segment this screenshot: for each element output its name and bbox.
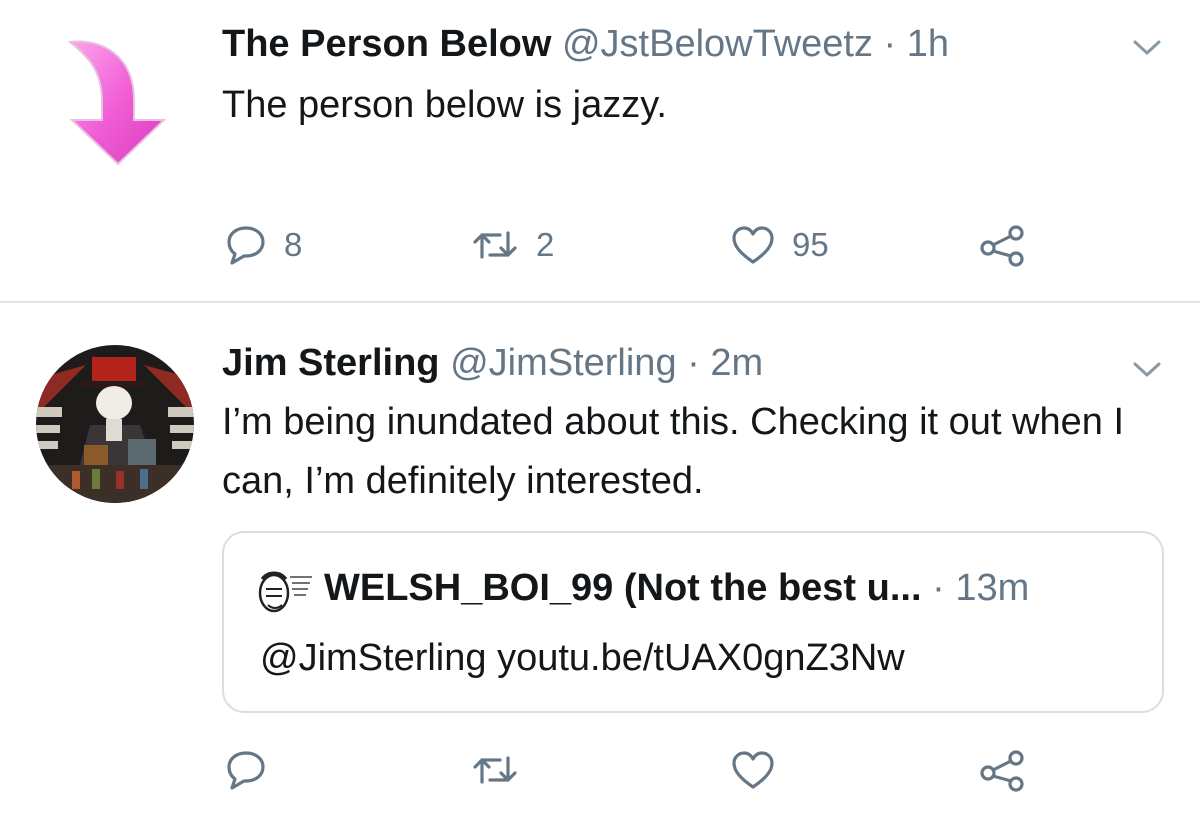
retweet-button[interactable] (470, 745, 536, 795)
separator-dot: · (883, 23, 897, 65)
retweet-button[interactable]: 2 (470, 220, 554, 270)
timestamp[interactable]: 1h (907, 23, 949, 65)
tweet-text: I’m being inundated about this. Checking… (222, 401, 1125, 502)
tweet-actions (0, 745, 1200, 795)
separator-dot: · (932, 567, 945, 609)
user-handle[interactable]: @JstBelowTweetz (562, 23, 873, 65)
reply-count: 8 (284, 226, 303, 263)
retweet-icon (470, 750, 520, 790)
retweet-icon (470, 225, 520, 265)
display-name[interactable]: The Person Below (222, 23, 551, 65)
reply-button[interactable] (224, 745, 284, 795)
tweet-header: Jim Sterling @JimSterling · 2m (222, 341, 763, 385)
share-icon (978, 748, 1028, 792)
quoted-tweet[interactable]: WELSH_BOI_99 (Not the best u... · 13m @J… (222, 531, 1164, 713)
tweet-item[interactable]: The Person Below @JstBelowTweetz · 1h Th… (0, 0, 1200, 302)
timestamp[interactable]: 2m (710, 342, 763, 384)
pink-down-arrow-icon[interactable] (62, 36, 172, 171)
chevron-down-icon[interactable] (1132, 38, 1162, 58)
user-handle[interactable]: @JimSterling (450, 342, 677, 384)
sketch-avatar-icon[interactable] (254, 563, 316, 625)
separator-dot: · (687, 342, 700, 384)
share-icon (978, 223, 1028, 267)
tweet-item[interactable]: Jim Sterling @JimSterling · 2m I’m being… (0, 303, 1200, 817)
share-button[interactable] (978, 220, 1028, 270)
avatar[interactable] (36, 345, 194, 503)
quoted-display-name[interactable]: WELSH_BOI_99 (Not the best u... (324, 567, 922, 609)
share-button[interactable] (978, 745, 1028, 795)
heart-icon (730, 749, 776, 791)
like-button[interactable]: 95 (730, 220, 829, 270)
quoted-tweet-text: @JimSterling youtu.be/tUAX0gnZ3Nw (260, 637, 905, 679)
tweet-actions: 8 2 95 (0, 220, 1200, 270)
display-name[interactable]: Jim Sterling (222, 342, 440, 384)
chevron-down-icon[interactable] (1132, 360, 1162, 380)
like-count: 95 (792, 226, 829, 263)
reply-icon (224, 748, 268, 792)
tweet-text: The person below is jazzy. (222, 84, 667, 126)
tweet-header: The Person Below @JstBelowTweetz · 1h (222, 22, 949, 66)
quoted-tweet-header: WELSH_BOI_99 (Not the best u... · 13m (324, 565, 1029, 611)
reply-icon (224, 223, 268, 267)
like-button[interactable] (730, 745, 792, 795)
quoted-timestamp: 13m (955, 567, 1030, 609)
reply-button[interactable]: 8 (224, 220, 302, 270)
heart-icon (730, 224, 776, 266)
retweet-count: 2 (536, 226, 555, 263)
